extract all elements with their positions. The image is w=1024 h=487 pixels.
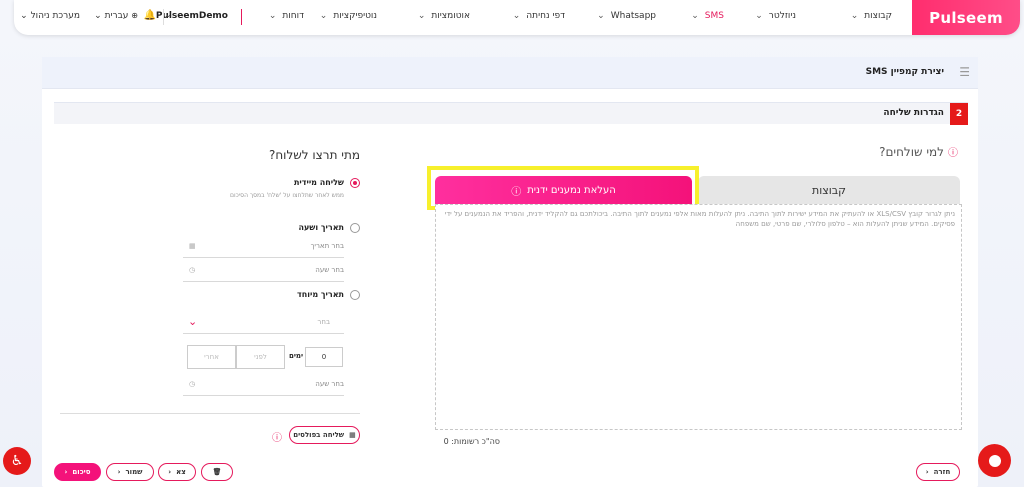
calendar-icon: ▦: [349, 431, 356, 439]
immediate-label: שליחה מיידית: [293, 178, 344, 187]
chevron-left-icon: ‹: [117, 468, 121, 476]
tab-groups[interactable]: קבוצות: [698, 176, 960, 204]
calendar-icon: ▦: [189, 242, 196, 250]
time-field[interactable]: בחר שעה ◷: [183, 260, 344, 282]
admin-menu[interactable]: מערכת ניהול ⌄: [20, 11, 80, 21]
exit-button[interactable]: צא ‹: [158, 463, 196, 481]
panel-header: ☰ יצירת קמפיין SMS: [42, 57, 978, 89]
account-chevron-icon[interactable]: ⌄: [164, 10, 172, 20]
when-title: מתי תרצו לשלוח?: [268, 148, 360, 162]
nav-item-groups[interactable]: קבוצות ⌄: [851, 11, 892, 21]
info-icon[interactable]: ⓘ: [948, 144, 958, 159]
save-button[interactable]: שמור ‹: [106, 463, 154, 481]
days-input[interactable]: 0: [305, 347, 343, 367]
nav-item-reports[interactable]: דוחות ⌄: [269, 11, 304, 21]
clock-icon: ◷: [189, 266, 196, 274]
delete-button[interactable]: 🗑: [201, 463, 233, 481]
chevron-left-icon: ‹: [64, 468, 68, 476]
chevron-down-icon: ⌄: [755, 11, 763, 21]
special-date-label: תאריך מיוחד: [297, 290, 344, 299]
chevron-down-icon: ⌄: [512, 11, 521, 21]
trash-icon: 🗑: [212, 468, 222, 476]
datetime-label: תאריך ושעה: [298, 223, 344, 232]
bell-icon[interactable]: 🔔: [144, 10, 156, 21]
nav-item-notifications[interactable]: נוטיפיקציות ⌄: [320, 11, 377, 21]
nav-item-sms[interactable]: SMS ⌄: [691, 11, 724, 21]
recipients-title: ⓘ למי שולחים?: [879, 144, 958, 160]
nav-item-whatsapp[interactable]: Whatsapp ⌄: [597, 11, 656, 21]
accessibility-icon[interactable]: ♿: [3, 447, 31, 475]
chevron-left-icon: ‹: [925, 468, 929, 476]
chevron-down-icon: ⌄: [691, 11, 699, 21]
special-date-select[interactable]: בחר ⌄: [183, 314, 344, 334]
radio-datetime[interactable]: [350, 223, 360, 233]
chevron-left-icon: ‹: [168, 468, 172, 476]
step-number: 2: [950, 103, 968, 125]
chevron-down-icon: ⌄: [188, 315, 198, 328]
summary-button[interactable]: סיכום ‹: [54, 463, 101, 481]
step-bar: 2 הגדרות שליחה: [54, 102, 968, 125]
time-field-2[interactable]: בחר שעה ◷: [183, 374, 344, 396]
list-icon: ☰: [959, 65, 970, 79]
chevron-down-icon: ⌄: [850, 11, 859, 21]
upload-placeholder: ניתן לגרור קובץ XLS/CSV או להעתיק את המי…: [444, 210, 955, 228]
page-title: יצירת קמפיין SMS: [865, 67, 944, 77]
send-in-parts-button[interactable]: ▦ שליחה בפולסים: [289, 426, 360, 444]
recipients-textarea[interactable]: ניתן לגרור קובץ XLS/CSV או להעתיק את המי…: [435, 204, 962, 430]
back-button[interactable]: חזרה ‹: [916, 463, 960, 481]
pulseem-logo[interactable]: Pulseem: [912, 0, 1020, 35]
nav-item-landing-pages[interactable]: דפי נחיתה ⌄: [513, 11, 565, 21]
chevron-down-icon: ⌄: [597, 11, 605, 21]
divider: [60, 413, 360, 414]
before-toggle[interactable]: לפני: [236, 345, 285, 369]
globe-icon: ⊕: [131, 11, 138, 20]
days-label: ימים: [289, 352, 304, 360]
chevron-down-icon: ⌄: [319, 11, 328, 21]
nav-divider: [241, 9, 242, 25]
nav-item-automations[interactable]: אוטומציות ⌄: [418, 11, 470, 21]
chat-icon[interactable]: [978, 444, 1011, 477]
language-selector[interactable]: ⊕ עברית ⌄: [94, 11, 138, 21]
top-navigation: Pulseem קבוצות ⌄ ניוזלטר ⌄ SMS ⌄ Whatsapp ⌄ …: [14, 0, 1020, 35]
nav-divider: [163, 9, 164, 25]
after-toggle[interactable]: אחרי: [187, 345, 236, 369]
clock-icon: ◷: [189, 380, 196, 388]
chevron-down-icon: ⌄: [268, 11, 277, 21]
radio-immediate[interactable]: [350, 178, 360, 188]
nav-item-newsletter[interactable]: ניוזלטר ⌄: [755, 11, 796, 21]
chevron-down-icon: ⌄: [417, 11, 426, 21]
records-count: סה"כ רשומות: 0: [443, 437, 500, 446]
immediate-sub: ממש לאחר שתלחצו על 'שלח' במסך הסיכום: [230, 192, 344, 199]
radio-special-date[interactable]: [350, 290, 360, 300]
date-field[interactable]: בחר תאריך ▦: [183, 236, 344, 258]
step-label: הגדרות שליחה: [883, 108, 944, 118]
info-icon[interactable]: ⓘ: [272, 429, 282, 444]
